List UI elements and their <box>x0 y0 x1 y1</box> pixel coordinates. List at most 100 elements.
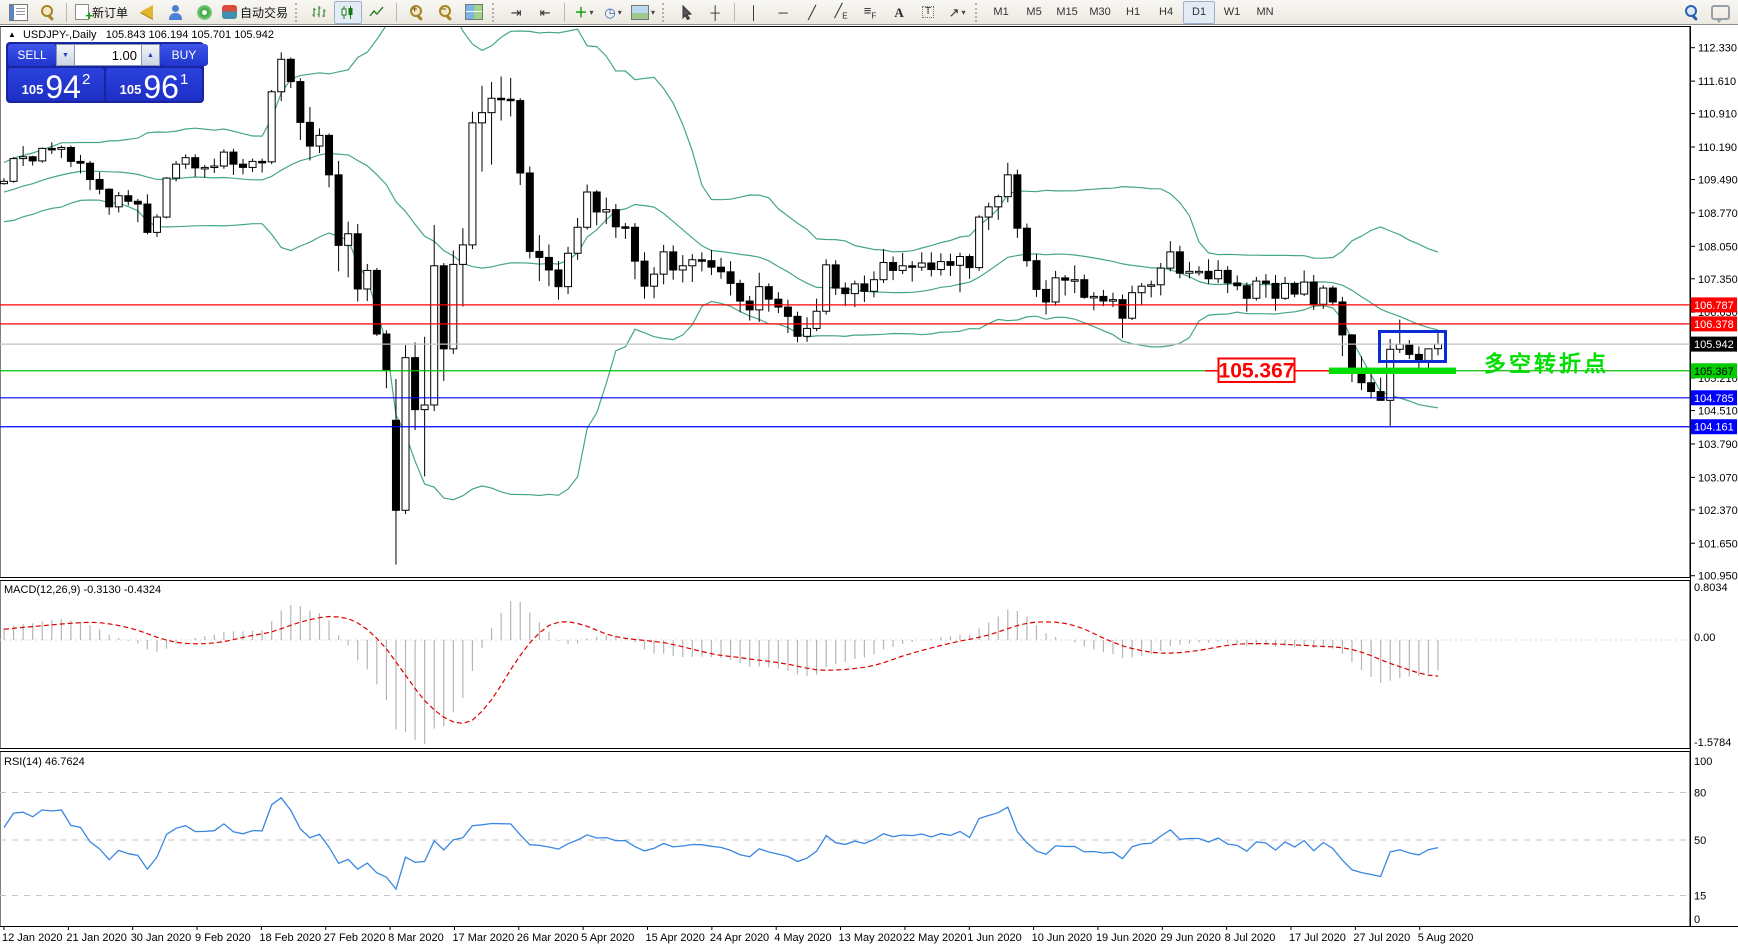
search-button[interactable] <box>1677 1 1705 24</box>
chat-button[interactable] <box>1706 1 1734 24</box>
line-chart-icon <box>369 6 384 16</box>
autotrading-button[interactable]: 自动交易 <box>219 1 291 24</box>
price-badge-label: 106.378 <box>1694 319 1734 331</box>
zoom-in-button[interactable]: + <box>402 1 430 24</box>
trendline-icon: ╱ <box>808 4 816 20</box>
signals-icon <box>196 4 212 20</box>
price-badge-label: 105.942 <box>1694 339 1734 351</box>
autotrading-label: 自动交易 <box>240 5 289 20</box>
auto-scroll-button[interactable]: ⇤ <box>531 1 559 24</box>
collapse-panel-icon[interactable]: ▲ <box>8 30 16 39</box>
crosshair-tool-button[interactable]: ┼ <box>701 1 729 24</box>
date-label: 26 Mar 2020 <box>517 932 579 944</box>
line-chart-button[interactable] <box>363 1 391 24</box>
text-tool[interactable]: A <box>885 1 913 24</box>
rsi-axis-label: 50 <box>1694 835 1706 847</box>
label-icon: T <box>921 6 935 18</box>
macd-indicator-label: MACD(12,26,9) -0.3130 -0.4324 <box>4 584 161 596</box>
macd-axis-label: 0.00 <box>1694 632 1715 644</box>
price-tick-label: 100.950 <box>1698 571 1738 583</box>
label-tool[interactable]: T <box>914 1 942 24</box>
date-label: 29 Jun 2020 <box>1160 932 1221 944</box>
date-label: 9 Feb 2020 <box>195 932 251 944</box>
date-label: 5 Aug 2020 <box>1418 932 1474 944</box>
date-label: 22 May 2020 <box>903 932 967 944</box>
text-icon: A <box>894 4 904 20</box>
data-window-button[interactable] <box>33 1 61 24</box>
rsi-indicator-label: RSI(14) 46.7624 <box>4 756 85 768</box>
rsi-axis-label: 80 <box>1694 788 1706 800</box>
tab-timeframe-h1[interactable]: H1 <box>1117 1 1149 24</box>
tab-timeframe-m5[interactable]: M5 <box>1018 1 1050 24</box>
candlestick-chart-button[interactable] <box>334 0 363 24</box>
tab-timeframe-w1[interactable]: W1 <box>1216 1 1248 24</box>
clock-icon: ◷ <box>604 4 616 20</box>
macd-pane[interactable] <box>0 580 1691 749</box>
volume-decrease-button[interactable]: ▼ <box>56 44 75 66</box>
volume-increase-button[interactable]: ▲ <box>141 44 160 66</box>
trendline-tool[interactable]: ╱ <box>798 1 826 24</box>
volume-input[interactable] <box>75 44 141 66</box>
fibonacci-tool[interactable]: ≡F <box>856 1 884 24</box>
new-order-button[interactable]: 新订单 <box>72 1 131 24</box>
tab-timeframe-d1[interactable]: D1 <box>1183 0 1216 24</box>
channel-tool[interactable]: ╱E <box>827 1 855 24</box>
ohlc-values: 105.843 106.194 105.701 105.942 <box>105 29 274 41</box>
new-order-icon <box>75 4 93 23</box>
rsi-axis-label: 0 <box>1694 914 1700 926</box>
bar-chart-button[interactable] <box>305 1 333 24</box>
community-button[interactable] <box>161 1 189 24</box>
alerts-button[interactable] <box>132 1 160 24</box>
templates-button[interactable]: ▾ <box>628 1 658 24</box>
market-watch-button[interactable] <box>4 1 32 24</box>
turning-point-highlight[interactable] <box>1329 367 1456 374</box>
signals-button[interactable] <box>190 1 218 24</box>
tab-timeframe-mn[interactable]: MN <box>1249 1 1281 24</box>
buy-price-button[interactable]: 105 96 1 <box>106 68 202 103</box>
indicators-button[interactable]: ＋ ▾ <box>570 1 598 24</box>
arrows-tool[interactable]: ↗ ▾ <box>943 1 971 24</box>
zoom-out-button[interactable]: − <box>431 1 459 24</box>
sell-button[interactable]: SELL <box>8 44 56 66</box>
tab-timeframe-h4[interactable]: H4 <box>1150 1 1182 24</box>
tab-timeframe-m1[interactable]: M1 <box>985 1 1017 24</box>
crosshair-icon: ┼ <box>710 4 720 20</box>
price-tick-label: 103.790 <box>1698 439 1738 451</box>
community-person-icon <box>167 4 183 20</box>
turning-point-note[interactable]: 多空转折点 <box>1484 351 1609 376</box>
date-label: 27 Jul 2020 <box>1353 932 1410 944</box>
date-label: 13 May 2020 <box>839 932 903 944</box>
rsi-pane[interactable] <box>0 751 1691 927</box>
sell-price-button[interactable]: 105 94 2 <box>8 68 104 103</box>
periods-button[interactable]: ◷ ▾ <box>599 1 627 24</box>
cursor-icon <box>682 4 692 20</box>
one-click-trading-panel: SELL ▼ ▲ BUY 105 94 2 105 96 1 <box>6 42 208 103</box>
date-label: 17 Mar 2020 <box>452 932 514 944</box>
fibonacci-icon: ≡F <box>863 2 877 21</box>
arrows-icon: ↗ <box>948 4 960 20</box>
channel-icon: ╱E <box>834 2 848 21</box>
horizontal-line-icon: ─ <box>778 4 788 20</box>
chat-icon <box>1710 4 1730 23</box>
rsi-axis-label: 100 <box>1694 756 1712 768</box>
date-label: 21 Jan 2020 <box>66 932 127 944</box>
chart-shift-button[interactable]: ⇥ <box>502 1 530 24</box>
tile-windows-button[interactable] <box>460 1 488 24</box>
zoom-in-icon: + <box>408 4 424 20</box>
chart-ohlc-header[interactable]: ▲ USDJPY-,Daily 105.843 106.194 105.701 … <box>8 29 274 41</box>
date-label: 5 Apr 2020 <box>581 932 634 944</box>
cursor-tool-button[interactable] <box>672 1 700 24</box>
tab-timeframe-m15[interactable]: M15 <box>1051 1 1083 24</box>
price-badge-label: 106.787 <box>1694 300 1734 312</box>
horizontal-line-tool[interactable]: ─ <box>769 1 797 24</box>
date-label: 4 May 2020 <box>774 932 831 944</box>
date-label: 8 Mar 2020 <box>388 932 444 944</box>
rsi-axis-label: 15 <box>1694 890 1706 902</box>
macd-axis-label: 0.8034 <box>1694 582 1728 594</box>
buy-button[interactable]: BUY <box>160 44 208 66</box>
date-label: 24 Apr 2020 <box>710 932 769 944</box>
vertical-line-tool[interactable]: │ <box>740 1 768 24</box>
price-tick-label: 111.610 <box>1698 76 1736 88</box>
date-label: 10 Jun 2020 <box>1032 932 1093 944</box>
tab-timeframe-m30[interactable]: M30 <box>1084 1 1116 24</box>
